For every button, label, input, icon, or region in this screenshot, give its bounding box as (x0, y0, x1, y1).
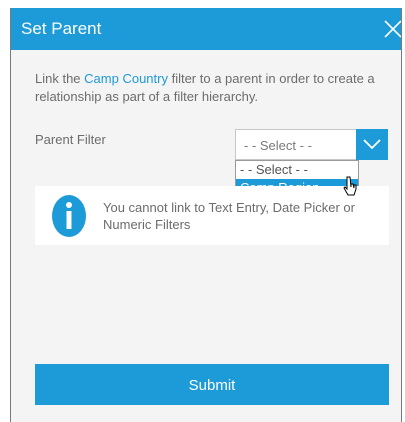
info-message-text: You cannot link to Text Entry, Date Pick… (103, 200, 355, 232)
chevron-down-icon[interactable] (356, 129, 388, 160)
parent-filter-label: Parent Filter (35, 132, 106, 147)
dropdown-option-select[interactable]: - - Select - - (236, 161, 358, 179)
parent-filter-select[interactable]: - - Select - - (235, 129, 388, 160)
dialog-titlebar: Set Parent (11, 8, 402, 50)
dialog-title: Set Parent (21, 19, 102, 38)
description-prefix: Link the (35, 71, 85, 86)
pointer-cursor-icon (342, 175, 358, 199)
info-message-box: You cannot link to Text Entry, Date Pick… (35, 186, 389, 245)
close-icon[interactable] (379, 13, 402, 43)
filter-name-link: Camp Country (84, 71, 168, 86)
submit-button[interactable]: Submit (35, 364, 389, 405)
info-icon (51, 194, 87, 238)
dialog-description: Link the Camp Country filter to a parent… (35, 70, 385, 106)
select-current-value: - - Select - - (244, 138, 312, 153)
set-parent-dialog: Set Parent Link the Camp Country filter … (10, 8, 402, 422)
